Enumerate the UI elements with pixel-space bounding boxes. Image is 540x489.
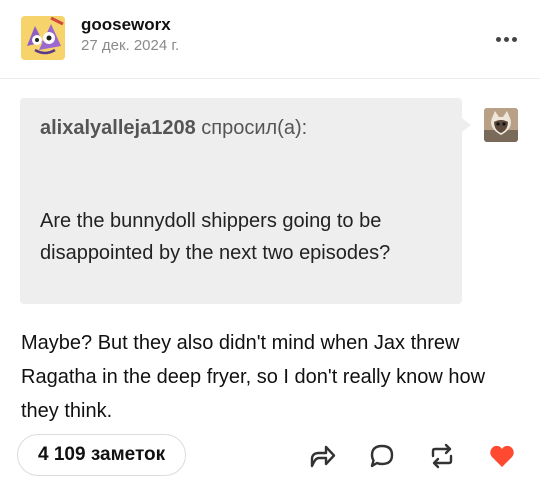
asked-label: спросил(а): [201, 117, 308, 139]
ask-header: alixalyalleja1208 спросил(а): [40, 117, 307, 140]
ask-question: Are the bunnydoll shippers going to be d… [40, 210, 391, 264]
share-icon[interactable] [308, 442, 336, 470]
ask-bubble-tail [462, 118, 471, 132]
post-date[interactable]: 27 дек. 2024 г. [81, 37, 179, 54]
author-avatar[interactable] [21, 16, 65, 60]
post-footer: 4 109 заметок [0, 430, 540, 486]
reply-icon[interactable] [368, 442, 396, 470]
notes-button[interactable]: 4 109 заметок [17, 434, 187, 476]
asker-avatar[interactable] [484, 108, 518, 142]
like-icon[interactable] [488, 442, 516, 470]
post-header: gooseworx 27 дек. 2024 г. [0, 0, 540, 79]
more-options-icon[interactable] [496, 29, 520, 42]
asker-username[interactable]: alixalyalleja1208 [40, 117, 196, 139]
reblog-icon[interactable] [428, 442, 456, 470]
answer-text: Maybe? But they also didn't mind when Ja… [21, 332, 486, 422]
author-username[interactable]: gooseworx [81, 15, 171, 35]
